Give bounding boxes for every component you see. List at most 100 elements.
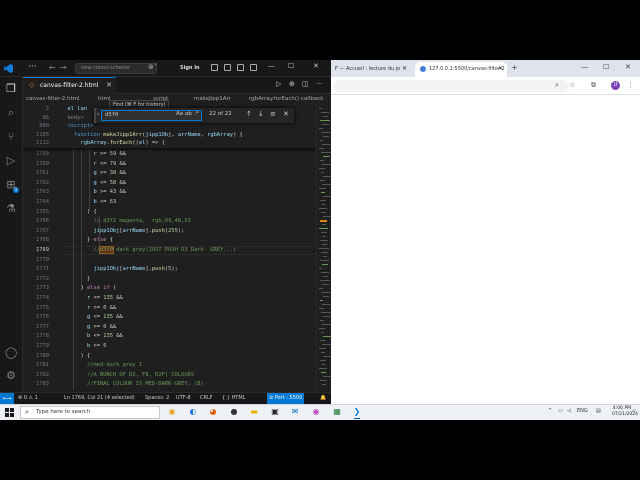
problems-indicator[interactable]: ⊗ 0 ⚠ 1 — [18, 393, 38, 404]
code-line[interactable]: 1777 g >= 0 && — [23, 323, 316, 332]
code-line[interactable]: 1774 r <= 135 && — [23, 294, 316, 303]
taskbar-clock[interactable]: 4:06 PM 07/21/2024 — [612, 406, 638, 418]
keyboard-icon[interactable]: ▤ — [596, 408, 601, 414]
previous-match-icon[interactable]: ↑ — [246, 110, 252, 118]
notification-center-icon[interactable]: ▱ — [632, 408, 636, 414]
edge-icon[interactable]: ◐ — [188, 407, 198, 417]
file-explorer-icon[interactable]: ▬ — [249, 407, 259, 417]
code-line[interactable]: 1781 //med-dark grey 1 — [23, 361, 316, 370]
back-arrow-icon[interactable]: ← — [49, 63, 56, 72]
browser-close-icon[interactable]: ✕ — [625, 63, 631, 71]
command-center-search[interactable]: new-colour-scheme — [75, 63, 157, 74]
menu-icon[interactable]: ··· — [28, 62, 37, 72]
media-icon[interactable]: ◉ — [311, 407, 321, 417]
open-preview-icon[interactable]: ⊕ — [289, 80, 295, 88]
source-control-icon[interactable]: ⑂ — [5, 131, 17, 143]
testing-icon[interactable]: ⚗ — [5, 203, 17, 215]
browser-tab-close-icon[interactable]: ✕ — [498, 62, 503, 76]
forward-arrow-icon[interactable]: → — [60, 63, 67, 72]
profile-avatar[interactable]: U — [611, 81, 620, 90]
code-line[interactable]: 1767 jipp1Obj[arrName].push(255); — [23, 227, 316, 236]
browser-maximize-icon[interactable]: ☐ — [603, 63, 609, 71]
vscode-taskbar-icon[interactable]: ❯ — [352, 407, 362, 419]
match-word-toggle[interactable]: ab — [185, 111, 192, 117]
toggle-secondary-sidebar-icon[interactable] — [237, 64, 244, 71]
code-line[interactable]: 1775 r >= 0 && — [23, 304, 316, 313]
close-find-icon[interactable]: ✕ — [283, 110, 289, 118]
breadcrumb-function[interactable]: makeJipp1Arr — [194, 94, 231, 104]
minimize-icon[interactable]: — — [268, 62, 275, 70]
input-language[interactable]: ENG — [577, 408, 588, 414]
code-line[interactable]: 1779 b >= 0 — [23, 342, 316, 351]
code-line[interactable]: 1771 jipp1Obj[arrName].push(5); — [23, 265, 316, 274]
chrome-icon[interactable]: ◉ — [167, 407, 177, 417]
remote-indicator[interactable]: ⟷ — [0, 393, 14, 404]
code-line[interactable]: 1112 rgbArray.forEach((el) => { — [23, 139, 316, 148]
extensions-puzzle-icon[interactable]: ⧉ — [591, 81, 596, 90]
cursor-position[interactable]: Ln 1769, Col 21 (4 selected) — [64, 393, 135, 404]
code-line[interactable]: 1768 } else { — [23, 236, 316, 245]
terminal-icon[interactable]: ▣ — [270, 407, 280, 417]
code-line[interactable]: 1772 } — [23, 275, 316, 284]
search-icon[interactable]: ⌕ — [5, 107, 17, 119]
code-line[interactable]: 1764 b <= 63 — [23, 198, 316, 207]
network-icon[interactable]: ▭ — [558, 408, 563, 414]
close-window-icon[interactable]: ✕ — [313, 62, 319, 70]
tab-canvas-filter-2[interactable]: ◇ canvas-filter-2.html ✕ — [23, 77, 116, 94]
code-line[interactable]: 1762 g <= 58 && — [23, 179, 316, 188]
code-line[interactable]: 1761 g >= 38 && — [23, 169, 316, 178]
end-of-line[interactable]: CRLF — [200, 393, 213, 404]
breadcrumb-callback[interactable]: rgbArray.forEach() callback — [249, 94, 323, 104]
taskbar-search[interactable]: ⌕ Type here to search — [20, 406, 160, 419]
settings-gear-icon[interactable]: ⚙ — [5, 370, 17, 382]
split-editor-icon[interactable]: ◫ — [302, 80, 309, 88]
browser-tab-localhost[interactable]: 127.0.0.1:5500/canvas-filter-2 ✕ — [415, 62, 507, 77]
notifications-icon[interactable]: 🔔 — [320, 393, 326, 404]
browser-tab-close-icon[interactable]: ✕ — [402, 62, 407, 76]
code-line[interactable]: 1773 } else if ( — [23, 284, 316, 293]
tray-chevron-icon[interactable]: ^ — [548, 408, 552, 414]
copilot-icon[interactable]: ⊚˅ — [148, 63, 157, 71]
customize-layout-icon[interactable] — [250, 64, 257, 71]
maximize-icon[interactable]: ☐ — [288, 62, 294, 70]
mail-icon[interactable]: ✉ — [290, 407, 300, 417]
toggle-sidebar-icon[interactable] — [211, 64, 218, 71]
code-line[interactable]: 1778 b <= 135 && — [23, 332, 316, 341]
next-match-icon[interactable]: ↓ — [258, 110, 264, 118]
more-actions-icon[interactable]: ··· — [316, 80, 323, 88]
browser-menu-icon[interactable]: ⋮ — [627, 81, 634, 89]
regex-toggle[interactable]: .* — [194, 111, 199, 117]
breadcrumb-file[interactable]: canvas-filter-2.html — [26, 94, 80, 104]
new-tab-icon[interactable]: + — [511, 63, 518, 72]
zoom-icon[interactable]: ⌕ — [555, 81, 559, 90]
tab-close-icon[interactable]: ✕ — [106, 78, 112, 93]
sign-in-button[interactable]: Sign In — [176, 62, 204, 74]
code-line[interactable]: 1766 // d3f2 magenta, rgb,69,48,53 — [23, 217, 316, 226]
run-debug-icon[interactable]: ▷ — [5, 155, 17, 167]
code-line[interactable]: 1782 //A BUNCH OF D2, F8, D2F) COLOURS — [23, 371, 316, 380]
toggle-panel-icon[interactable] — [224, 64, 231, 71]
code-line[interactable]: 1763 b >= 43 && — [23, 188, 316, 197]
match-case-toggle[interactable]: Aa — [176, 111, 183, 117]
address-bar[interactable] — [334, 80, 569, 92]
indentation[interactable]: Spaces: 2 — [145, 393, 169, 404]
firefox-icon[interactable]: ◕ — [208, 407, 218, 417]
excel-icon[interactable]: ▦ — [332, 407, 342, 417]
minimap[interactable] — [316, 104, 331, 392]
code-line[interactable]: 1769 //d3f0 dark grey(JUST PUSH D3 Dark … — [23, 246, 316, 255]
bookmark-star-icon[interactable]: ☆ — [569, 81, 575, 89]
account-icon[interactable]: ◯ — [5, 347, 17, 359]
live-server-port[interactable]: ⊘ Port : 5500 — [267, 393, 305, 404]
code-editor[interactable]: 2 el lan 86 body> 880 <script> 1105 functio… — [23, 104, 316, 392]
code-line[interactable]: 1776 g <= 135 && — [23, 313, 316, 322]
code-line[interactable]: 1765 ) { — [23, 208, 316, 217]
browser-tab-accueil[interactable]: F — Accueil : lecture du jo ✕ — [333, 62, 411, 77]
run-icon[interactable]: ▷ — [276, 80, 281, 88]
browser-minimize-icon[interactable]: — — [581, 63, 588, 71]
code-line[interactable]: 1783 //FINAL COLOUR IS MED-DARK-GREY, (8… — [23, 380, 316, 389]
explorer-icon[interactable]: ❐ — [5, 83, 17, 95]
code-line[interactable]: 1760 r <= 79 && — [23, 160, 316, 169]
volume-icon[interactable]: ◁ — [567, 408, 571, 414]
windows-start-icon[interactable] — [5, 408, 14, 417]
language-mode[interactable]: { } HTML — [222, 393, 245, 404]
